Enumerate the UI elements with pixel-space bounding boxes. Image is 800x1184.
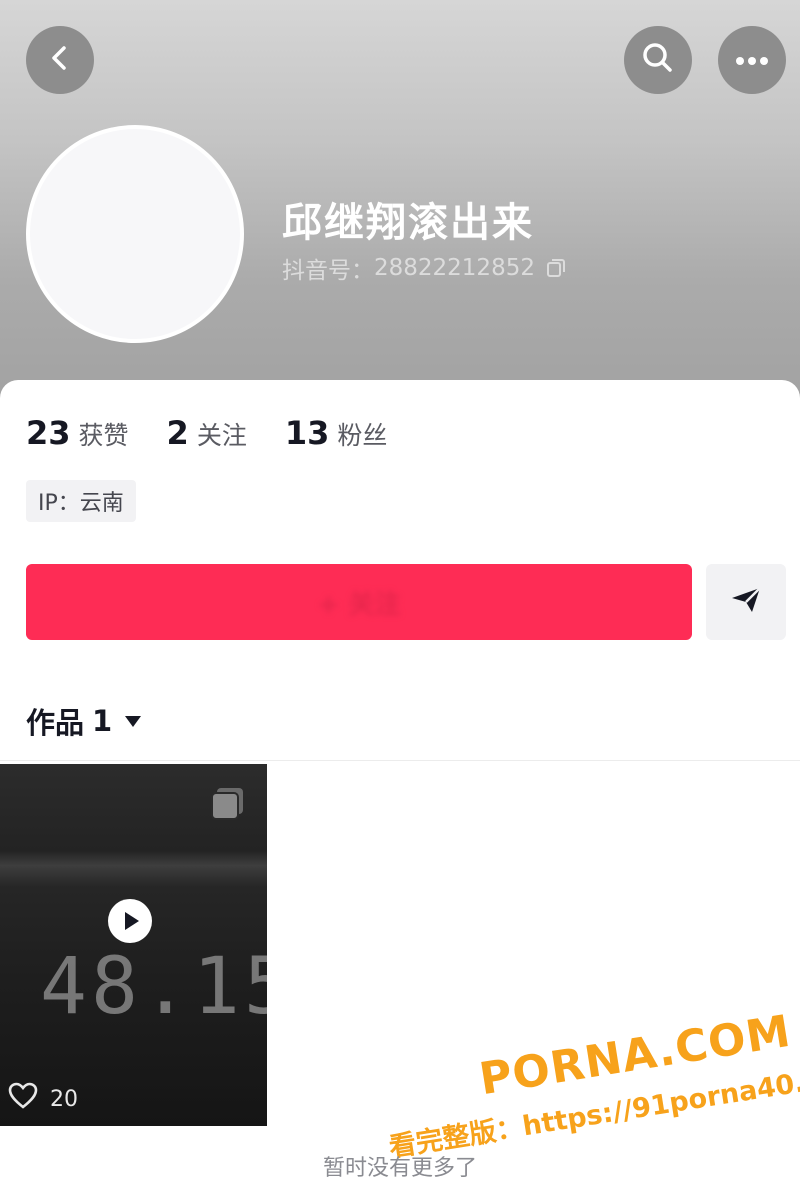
heart-icon	[8, 1082, 38, 1116]
no-more-text: 暂时没有更多了	[322, 1156, 477, 1181]
tab-works-count: 1	[92, 704, 113, 738]
uid-value: 28822212852	[374, 255, 535, 281]
search-icon	[641, 41, 675, 79]
back-button[interactable]	[26, 26, 94, 94]
profile-uid-row[interactable]: 抖音号： 28822212852	[282, 251, 567, 285]
follow-button[interactable]: + 关注	[26, 564, 692, 640]
stat-followers[interactable]: 13 粉丝	[285, 414, 388, 452]
copy-icon[interactable]	[545, 257, 567, 279]
video-screen-text: 48.15.	[40, 942, 267, 1032]
profile-stats: 23 获赞 2 关注 13 粉丝	[26, 414, 425, 452]
more-dots-icon	[735, 51, 769, 70]
tab-works-label: 作品	[26, 706, 85, 740]
stat-likes-value: 23	[26, 414, 71, 452]
multi-image-icon	[210, 786, 246, 824]
avatar[interactable]	[26, 125, 244, 343]
uid-label: 抖音号：	[282, 258, 374, 284]
video-like-count: 20	[50, 1086, 78, 1112]
stat-following[interactable]: 2 关注	[167, 414, 247, 452]
divider	[0, 760, 800, 761]
video-tile[interactable]: 48.15. 20	[0, 764, 267, 1126]
stat-likes-label: 获赞	[78, 421, 129, 450]
search-button[interactable]	[624, 26, 692, 94]
stat-following-value: 2	[166, 414, 189, 452]
stat-following-label: 关注	[196, 421, 247, 450]
more-button[interactable]	[718, 26, 786, 94]
profile-nickname: 邱继翔滚出来	[282, 200, 534, 246]
stat-followers-value: 13	[284, 414, 330, 452]
chevron-left-icon	[45, 43, 75, 77]
ip-location-tag: IP：云南	[26, 480, 136, 522]
stat-followers-label: 粉丝	[337, 421, 388, 450]
send-icon	[730, 586, 762, 618]
play-icon[interactable]	[107, 898, 153, 948]
caret-down-icon	[124, 714, 142, 728]
message-button[interactable]	[706, 564, 786, 640]
tab-works[interactable]: 作品 1	[26, 700, 142, 742]
follow-button-label: + 关注	[317, 589, 401, 620]
stat-likes[interactable]: 23 获赞	[26, 414, 129, 452]
video-like-row: 20	[8, 1082, 78, 1116]
